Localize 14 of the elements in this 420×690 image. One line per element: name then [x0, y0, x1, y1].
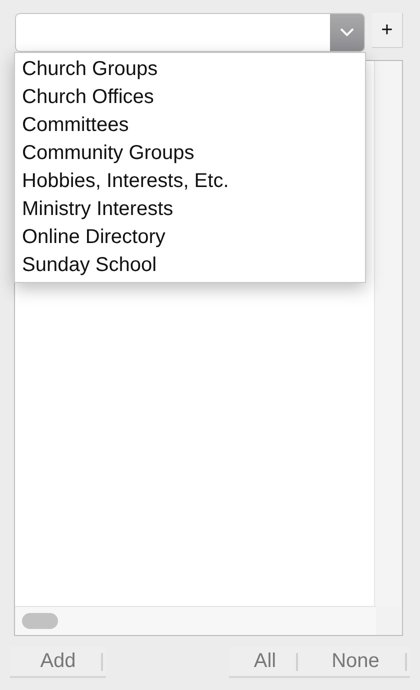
- menu-item[interactable]: Ministry Interests: [15, 195, 365, 223]
- menu-item[interactable]: Hobbies, Interests, Etc.: [15, 167, 365, 195]
- menu-item[interactable]: Church Offices: [15, 83, 365, 111]
- dropdown-button[interactable]: [330, 14, 364, 51]
- horizontal-scrollbar[interactable]: [15, 606, 376, 635]
- menu-item[interactable]: Sunday School: [15, 251, 365, 279]
- scrollbar-thumb[interactable]: [22, 613, 58, 629]
- menu-item[interactable]: Online Directory: [15, 223, 365, 251]
- menu-item[interactable]: Community Groups: [15, 139, 365, 167]
- menu-item[interactable]: Committees: [15, 111, 365, 139]
- add-button[interactable]: +: [372, 13, 403, 48]
- dropdown-field[interactable]: [15, 13, 365, 52]
- chevron-down-icon: [340, 28, 354, 37]
- menu-item[interactable]: Church Groups: [15, 55, 365, 83]
